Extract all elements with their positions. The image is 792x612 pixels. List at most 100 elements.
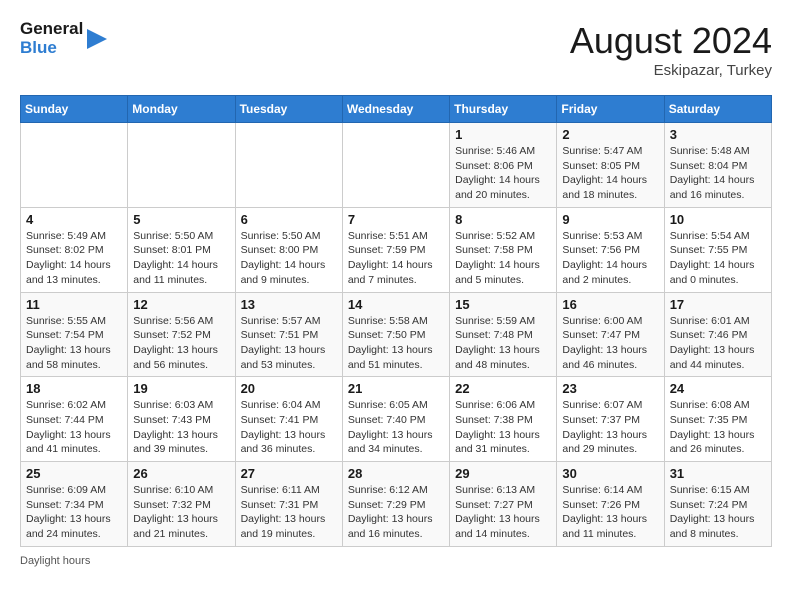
day-number: 16 <box>562 297 658 312</box>
calendar-cell: 16 Sunrise: 6:00 AM Sunset: 7:47 PM Dayli… <box>557 292 664 377</box>
day-info: Sunrise: 5:58 AM Sunset: 7:50 PM Dayligh… <box>348 314 444 373</box>
day-number: 5 <box>133 212 229 227</box>
day-info: Sunrise: 5:51 AM Sunset: 7:59 PM Dayligh… <box>348 229 444 288</box>
calendar-cell: 19 Sunrise: 6:03 AM Sunset: 7:43 PM Dayli… <box>128 377 235 462</box>
day-info: Sunrise: 6:14 AM Sunset: 7:26 PM Dayligh… <box>562 483 658 542</box>
day-info: Sunrise: 6:03 AM Sunset: 7:43 PM Dayligh… <box>133 398 229 457</box>
day-info: Sunrise: 5:50 AM Sunset: 8:01 PM Dayligh… <box>133 229 229 288</box>
calendar-week-row: 1 Sunrise: 5:46 AM Sunset: 8:06 PM Daylig… <box>21 123 772 208</box>
day-info: Sunrise: 5:53 AM Sunset: 7:56 PM Dayligh… <box>562 229 658 288</box>
calendar-table: SundayMondayTuesdayWednesdayThursdayFrid… <box>20 95 772 547</box>
day-info: Sunrise: 6:15 AM Sunset: 7:24 PM Dayligh… <box>670 483 766 542</box>
day-number: 27 <box>241 466 337 481</box>
day-number: 12 <box>133 297 229 312</box>
calendar-cell: 6 Sunrise: 5:50 AM Sunset: 8:00 PM Daylig… <box>235 207 342 292</box>
day-number: 13 <box>241 297 337 312</box>
day-number: 18 <box>26 381 122 396</box>
day-number: 20 <box>241 381 337 396</box>
day-of-week-header: Thursday <box>450 96 557 123</box>
calendar-cell: 25 Sunrise: 6:09 AM Sunset: 7:34 PM Dayli… <box>21 462 128 547</box>
calendar-cell: 3 Sunrise: 5:48 AM Sunset: 8:04 PM Daylig… <box>664 123 771 208</box>
calendar-cell <box>21 123 128 208</box>
calendar-header-row: SundayMondayTuesdayWednesdayThursdayFrid… <box>21 96 772 123</box>
calendar-cell: 20 Sunrise: 6:04 AM Sunset: 7:41 PM Dayli… <box>235 377 342 462</box>
calendar-cell: 28 Sunrise: 6:12 AM Sunset: 7:29 PM Dayli… <box>342 462 449 547</box>
day-number: 15 <box>455 297 551 312</box>
day-number: 3 <box>670 127 766 142</box>
day-of-week-header: Monday <box>128 96 235 123</box>
day-number: 17 <box>670 297 766 312</box>
day-number: 4 <box>26 212 122 227</box>
day-of-week-header: Friday <box>557 96 664 123</box>
day-info: Sunrise: 5:47 AM Sunset: 8:05 PM Dayligh… <box>562 144 658 203</box>
day-info: Sunrise: 6:09 AM Sunset: 7:34 PM Dayligh… <box>26 483 122 542</box>
day-info: Sunrise: 6:04 AM Sunset: 7:41 PM Dayligh… <box>241 398 337 457</box>
calendar-cell: 27 Sunrise: 6:11 AM Sunset: 7:31 PM Dayli… <box>235 462 342 547</box>
day-info: Sunrise: 5:56 AM Sunset: 7:52 PM Dayligh… <box>133 314 229 373</box>
day-info: Sunrise: 6:00 AM Sunset: 7:47 PM Dayligh… <box>562 314 658 373</box>
day-number: 21 <box>348 381 444 396</box>
calendar-cell: 17 Sunrise: 6:01 AM Sunset: 7:46 PM Dayli… <box>664 292 771 377</box>
calendar-cell: 21Sunrise: 6:05 AM Sunset: 7:40 PM Dayli… <box>342 377 449 462</box>
day-number: 25 <box>26 466 122 481</box>
month-title: August 2024 <box>570 20 772 62</box>
calendar-cell <box>128 123 235 208</box>
day-of-week-header: Saturday <box>664 96 771 123</box>
calendar-cell: 8Sunrise: 5:52 AM Sunset: 7:58 PM Daylig… <box>450 207 557 292</box>
logo-arrow-icon <box>87 25 107 53</box>
day-number: 31 <box>670 466 766 481</box>
calendar-cell: 1 Sunrise: 5:46 AM Sunset: 8:06 PM Daylig… <box>450 123 557 208</box>
calendar-cell: 15Sunrise: 5:59 AM Sunset: 7:48 PM Dayli… <box>450 292 557 377</box>
day-info: Sunrise: 6:08 AM Sunset: 7:35 PM Dayligh… <box>670 398 766 457</box>
calendar-cell: 13 Sunrise: 5:57 AM Sunset: 7:51 PM Dayli… <box>235 292 342 377</box>
calendar-cell: 29Sunrise: 6:13 AM Sunset: 7:27 PM Dayli… <box>450 462 557 547</box>
logo-text: General Blue <box>20 20 83 57</box>
day-info: Sunrise: 5:55 AM Sunset: 7:54 PM Dayligh… <box>26 314 122 373</box>
day-number: 6 <box>241 212 337 227</box>
calendar-week-row: 25 Sunrise: 6:09 AM Sunset: 7:34 PM Dayli… <box>21 462 772 547</box>
calendar-cell: 24Sunrise: 6:08 AM Sunset: 7:35 PM Dayli… <box>664 377 771 462</box>
day-number: 11 <box>26 297 122 312</box>
calendar-cell: 11 Sunrise: 5:55 AM Sunset: 7:54 PM Dayli… <box>21 292 128 377</box>
daylight-label: Daylight hours <box>20 555 90 567</box>
day-info: Sunrise: 5:52 AM Sunset: 7:58 PM Dayligh… <box>455 229 551 288</box>
calendar-week-row: 11 Sunrise: 5:55 AM Sunset: 7:54 PM Dayli… <box>21 292 772 377</box>
day-info: Sunrise: 6:01 AM Sunset: 7:46 PM Dayligh… <box>670 314 766 373</box>
day-info: Sunrise: 5:49 AM Sunset: 8:02 PM Dayligh… <box>26 229 122 288</box>
day-info: Sunrise: 6:12 AM Sunset: 7:29 PM Dayligh… <box>348 483 444 542</box>
day-of-week-header: Tuesday <box>235 96 342 123</box>
calendar-cell: 4 Sunrise: 5:49 AM Sunset: 8:02 PM Daylig… <box>21 207 128 292</box>
day-number: 28 <box>348 466 444 481</box>
day-info: Sunrise: 5:57 AM Sunset: 7:51 PM Dayligh… <box>241 314 337 373</box>
calendar-cell: 12 Sunrise: 5:56 AM Sunset: 7:52 PM Dayli… <box>128 292 235 377</box>
calendar-cell: 2 Sunrise: 5:47 AM Sunset: 8:05 PM Daylig… <box>557 123 664 208</box>
day-number: 23 <box>562 381 658 396</box>
title-block: August 2024 Eskipazar, Turkey <box>570 20 772 79</box>
day-info: Sunrise: 6:07 AM Sunset: 7:37 PM Dayligh… <box>562 398 658 457</box>
calendar-cell: 22 Sunrise: 6:06 AM Sunset: 7:38 PM Dayli… <box>450 377 557 462</box>
day-info: Sunrise: 6:11 AM Sunset: 7:31 PM Dayligh… <box>241 483 337 542</box>
day-number: 2 <box>562 127 658 142</box>
calendar-cell <box>235 123 342 208</box>
calendar-cell: 9 Sunrise: 5:53 AM Sunset: 7:56 PM Daylig… <box>557 207 664 292</box>
day-number: 22 <box>455 381 551 396</box>
day-of-week-header: Wednesday <box>342 96 449 123</box>
calendar-cell: 5 Sunrise: 5:50 AM Sunset: 8:01 PM Daylig… <box>128 207 235 292</box>
calendar-cell: 7 Sunrise: 5:51 AM Sunset: 7:59 PM Daylig… <box>342 207 449 292</box>
day-number: 9 <box>562 212 658 227</box>
calendar-cell: 30 Sunrise: 6:14 AM Sunset: 7:26 PM Dayli… <box>557 462 664 547</box>
day-number: 1 <box>455 127 551 142</box>
day-number: 19 <box>133 381 229 396</box>
calendar-cell: 14 Sunrise: 5:58 AM Sunset: 7:50 PM Dayli… <box>342 292 449 377</box>
day-info: Sunrise: 5:48 AM Sunset: 8:04 PM Dayligh… <box>670 144 766 203</box>
calendar-cell <box>342 123 449 208</box>
location: Eskipazar, Turkey <box>570 62 772 79</box>
calendar-cell: 18Sunrise: 6:02 AM Sunset: 7:44 PM Dayli… <box>21 377 128 462</box>
day-info: Sunrise: 6:06 AM Sunset: 7:38 PM Dayligh… <box>455 398 551 457</box>
day-info: Sunrise: 5:50 AM Sunset: 8:00 PM Dayligh… <box>241 229 337 288</box>
day-info: Sunrise: 5:54 AM Sunset: 7:55 PM Dayligh… <box>670 229 766 288</box>
day-info: Sunrise: 5:46 AM Sunset: 8:06 PM Dayligh… <box>455 144 551 203</box>
day-number: 30 <box>562 466 658 481</box>
day-number: 14 <box>348 297 444 312</box>
day-number: 7 <box>348 212 444 227</box>
